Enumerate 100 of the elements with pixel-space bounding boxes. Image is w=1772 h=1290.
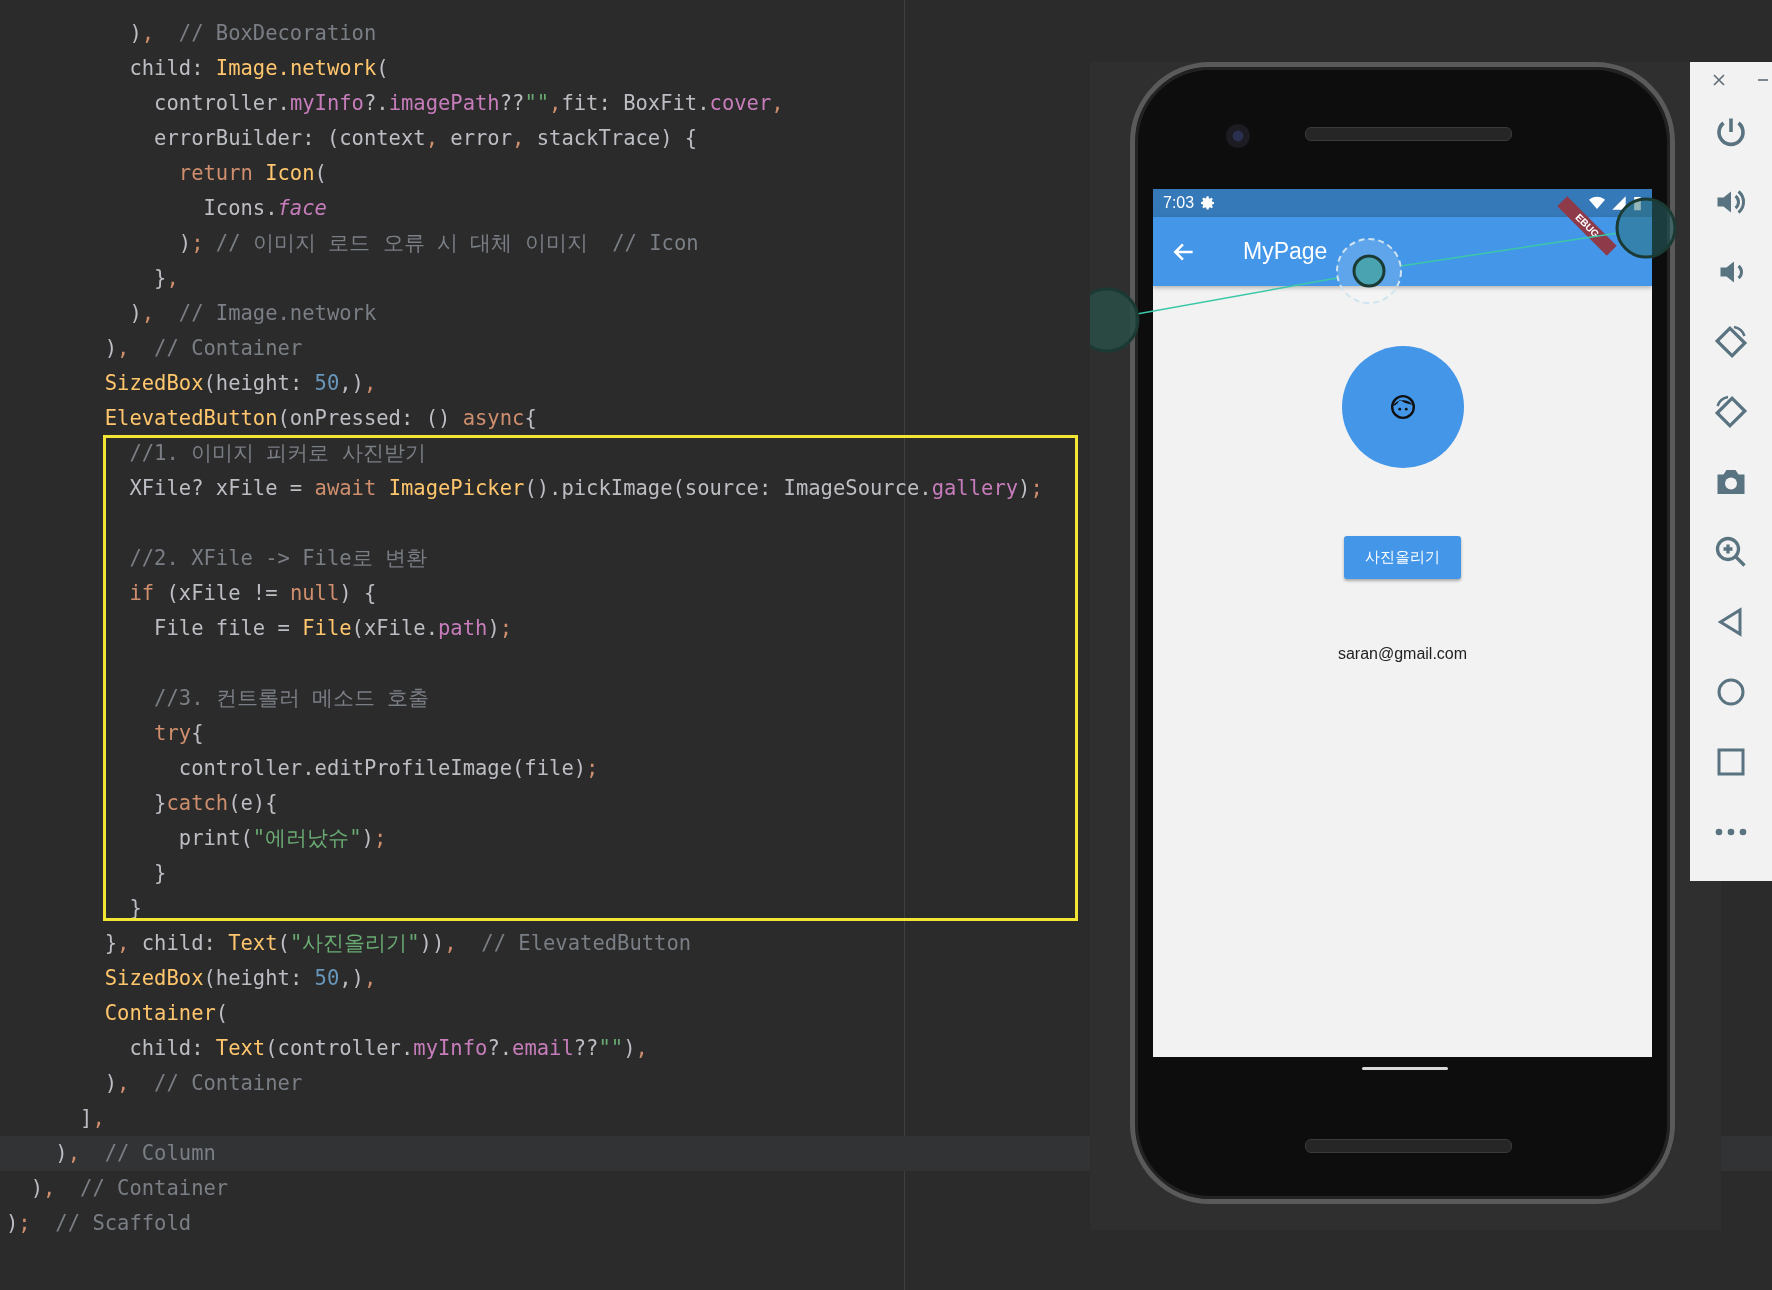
code-text: child: [141,931,217,955]
code-text: Icons. [202,196,278,220]
code-text: catch [166,791,229,815]
code-text: Text [215,1036,266,1060]
code-text: fit: BoxFit. [561,91,710,115]
code-text: ?. [487,1036,513,1060]
rotate-left-icon[interactable] [1713,324,1749,360]
code-text: ; [18,1211,31,1235]
code-text: (height: [203,371,304,395]
code-text: { [524,406,537,430]
code-comment: // Container [153,1071,303,1095]
code-text: ?? [499,91,525,115]
code-text: error [449,126,513,150]
code-comment: // BoxDecoration [177,21,377,45]
upload-photo-button[interactable]: 사진올리기 [1344,536,1461,579]
code-text: stackTrace) { [535,126,698,150]
code-comment: //1. 이미지 피커로 사진받기 [128,441,426,465]
rotate-right-icon[interactable] [1713,394,1749,430]
close-icon[interactable] [1711,72,1727,88]
code-text: ] [79,1106,93,1130]
code-text: ) [103,336,118,360]
code-text: Image.network [215,56,377,80]
code-text: } [153,861,167,885]
code-text: ; [1030,476,1043,500]
code-text: imagePath [388,91,500,115]
code-text: File file = [153,616,291,640]
code-text: , [67,1141,81,1165]
code-text: , [117,1071,130,1095]
code-text: ) [487,616,500,640]
code-text: , [363,966,377,990]
code-text: , [141,301,155,325]
code-text: await [314,476,378,500]
code-comment: // Container [153,336,303,360]
code-text: ; [191,231,204,255]
gear-icon [1200,195,1217,211]
code-text: path [438,616,488,640]
code-text: Container [103,1001,216,1025]
code-text: } [103,931,118,955]
code-text: ) { [339,581,377,605]
app-bar-title: MyPage [1243,238,1328,265]
code-text: myInfo [289,91,364,115]
code-text: , [43,1176,56,1200]
code-text: ) [1018,476,1031,500]
code-text: 50 [314,966,340,990]
code-text: , [92,1106,105,1130]
signal-icon [1611,195,1627,211]
code-text: null [289,581,340,605]
touch-point-marker [1615,197,1677,259]
code-text: , [363,371,377,395]
touch-point-marker [1336,238,1402,304]
code-text: XFile? xFile = [128,476,304,500]
code-text: controller. [153,91,290,115]
code-text: face [277,196,327,220]
code-text: ) [54,1141,68,1165]
code-comment: // Container [79,1176,229,1200]
code-text: ().pickImage(source: ImageSource. [524,476,932,500]
code-text: ; [373,826,387,850]
code-text: , [512,126,525,150]
code-text: , [549,91,562,115]
code-text: ) [128,21,142,45]
code-comment: // 이미지 로드 오류 시 대체 이미지 // Icon [214,231,699,255]
code-comment: // Image.network [177,301,377,325]
code-comment: //2. XFile -> File로 변환 [128,546,427,570]
email-text: saran@gmail.com [1337,645,1468,663]
code-text: ) [128,301,142,325]
code-text: if [128,581,156,605]
code-text: , [425,126,438,150]
code-text: cover [709,91,772,115]
code-text: , [444,931,457,955]
code-text: (controller. [265,1036,414,1060]
code-text: , [117,336,130,360]
code-text: ; [586,756,599,780]
code-text: ) [623,1036,636,1060]
code-text: (xFile != [166,581,279,605]
code-text: (e){ [228,791,278,815]
code-string: "" [524,91,550,115]
code-text: } [153,791,167,815]
touch-point-marker [1090,287,1140,353]
code-string: "에러났슈" [252,826,362,850]
code-comment: //3. 컨트롤러 메소드 호출 [153,686,430,710]
face-icon [1389,394,1416,420]
code-comment: // Scaffold [54,1211,192,1235]
code-text: ImagePicker [388,476,525,500]
code-text: ) [6,1211,19,1235]
code-text: myInfo [413,1036,488,1060]
code-text: ) [177,231,192,255]
code-text: (xFile. [351,616,438,640]
code-text: ( [215,1001,229,1025]
code-text: SizedBox [103,966,204,990]
code-text: ,) [339,966,364,990]
code-comment: // Column [103,1141,216,1165]
code-text: ( [314,161,327,185]
code-text: child: [128,56,205,80]
code-text: , [117,931,131,955]
code-text: , [771,91,784,115]
code-text: ) [103,1071,118,1095]
code-text: ) [29,1176,44,1200]
code-string: "" [598,1036,624,1060]
code-text: ElevatedButton [103,406,278,430]
code-text: SizedBox [103,371,204,395]
